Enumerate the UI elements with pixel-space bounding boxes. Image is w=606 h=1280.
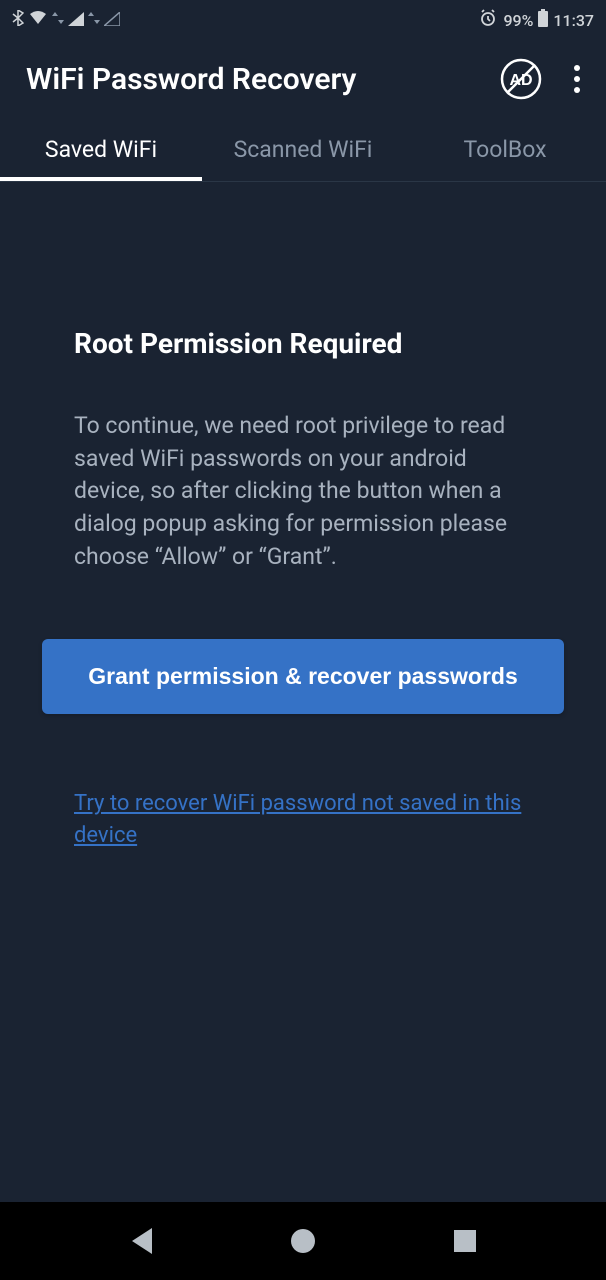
bluetooth-icon	[12, 10, 24, 30]
permission-description: To continue, we need root privilege to r…	[74, 410, 532, 573]
battery-icon	[537, 9, 549, 31]
status-right: 99% 11:37	[479, 9, 594, 31]
recover-not-saved-link[interactable]: Try to recover WiFi password not saved i…	[74, 788, 532, 850]
clock-time: 11:37	[553, 11, 594, 30]
data-arrows-icon-2	[88, 10, 100, 30]
navigation-bar	[0, 1202, 606, 1280]
app-title: WiFi Password Recovery	[26, 62, 356, 97]
data-arrows-icon	[52, 10, 64, 30]
svg-text:AD: AD	[509, 72, 532, 89]
app-actions: AD	[500, 58, 584, 100]
tab-label: Saved WiFi	[45, 136, 157, 163]
alarm-icon	[479, 9, 497, 31]
wifi-icon	[28, 10, 48, 30]
nav-back-button[interactable]	[125, 1225, 157, 1257]
main-content: Root Permission Required To continue, we…	[0, 182, 606, 851]
nav-recent-button[interactable]	[449, 1225, 481, 1257]
battery-percent: 99%	[503, 11, 533, 30]
tab-label: ToolBox	[463, 136, 546, 163]
permission-heading: Root Permission Required	[74, 327, 532, 360]
status-left	[12, 10, 120, 30]
tabs: Saved WiFi Scanned WiFi ToolBox	[0, 118, 606, 182]
tab-toolbox[interactable]: ToolBox	[404, 118, 606, 181]
signal-icon-1	[68, 11, 84, 30]
app-bar: WiFi Password Recovery AD	[0, 40, 606, 118]
status-bar: 99% 11:37	[0, 0, 606, 40]
nav-home-button[interactable]	[287, 1225, 319, 1257]
tab-saved-wifi[interactable]: Saved WiFi	[0, 118, 202, 181]
tab-label: Scanned WiFi	[234, 136, 373, 163]
more-icon[interactable]	[570, 59, 584, 99]
signal-icon-2	[104, 11, 120, 30]
no-ad-icon[interactable]: AD	[500, 58, 542, 100]
grant-permission-button[interactable]: Grant permission & recover passwords	[42, 639, 564, 714]
tab-scanned-wifi[interactable]: Scanned WiFi	[202, 118, 404, 181]
